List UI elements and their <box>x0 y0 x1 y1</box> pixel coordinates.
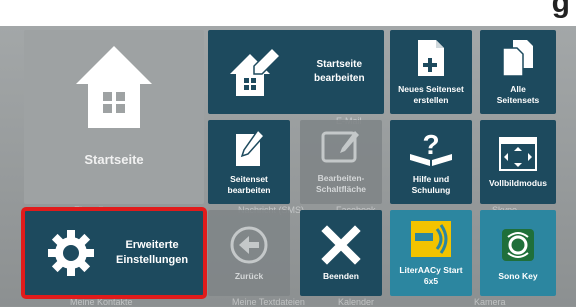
literaacy-icon <box>411 221 451 257</box>
document-edit-icon <box>236 128 266 166</box>
exit-label: Beenden <box>323 270 359 281</box>
sono-key-label: Sono Key <box>498 270 538 281</box>
new-page-set-button[interactable]: Neues Seitenset erstellen <box>390 30 472 114</box>
button-edit-icon <box>321 131 359 163</box>
edit-page-set-label-1: Seitenset <box>230 174 268 184</box>
edit-start-page-label-1: Startseite <box>316 59 363 70</box>
edit-button-label-2: Schaltfläche <box>315 184 367 194</box>
help-training-label-1: Hilfe und <box>412 174 450 184</box>
edit-button-button[interactable]: Bearbeiten- Schaltfläche <box>300 120 382 204</box>
literaacy-label-1: LiterAACy Start <box>399 265 463 275</box>
new-page-set-label-1: Neues Seitenset <box>398 84 464 94</box>
sono-key-icon <box>502 228 534 261</box>
advanced-settings-label-1: Erweiterte <box>125 239 179 251</box>
new-page-set-label-2: erstellen <box>413 95 449 105</box>
partial-title: g <box>551 0 570 19</box>
top-strip: g <box>0 0 576 26</box>
edit-start-page-label-2: bearbeiten <box>314 73 365 84</box>
close-icon <box>321 224 361 265</box>
all-page-sets-button[interactable]: Alle Seitensets <box>480 30 556 114</box>
exit-button[interactable]: Beenden <box>300 210 382 296</box>
edit-button-label-1: Bearbeiten- <box>317 173 365 183</box>
fullscreen-button[interactable]: Vollbildmodus <box>480 120 556 204</box>
back-button[interactable]: Zurück <box>208 210 290 296</box>
edit-start-page-button[interactable]: Startseite bearbeiten <box>208 30 384 114</box>
house-edit-icon <box>230 46 282 96</box>
edit-page-set-button[interactable]: Seitenset bearbeiten <box>208 120 290 204</box>
gear-icon <box>48 230 94 276</box>
edit-page-set-label-2: bearbeiten <box>227 185 271 195</box>
help-training-label-2: Schulung <box>411 185 451 195</box>
back-label: Zurück <box>234 270 264 281</box>
literaacy-label-2: 6x5 <box>423 276 439 286</box>
advanced-settings-button[interactable]: Erweiterte Einstellungen <box>21 207 207 299</box>
home-label: Startseite <box>84 152 144 167</box>
fullscreen-icon <box>499 136 537 171</box>
svg-text:?: ? <box>422 129 439 160</box>
all-page-sets-label-2: Seitensets <box>496 95 540 105</box>
all-page-sets-label-1: Alle <box>510 84 526 94</box>
documents-icon <box>502 40 533 77</box>
home-tile[interactable]: Startseite <box>24 30 204 204</box>
fullscreen-label: Vollbildmodus <box>489 177 547 188</box>
help-training-button[interactable]: ? Hilfe und Schulung <box>390 120 472 204</box>
literaacy-start-button[interactable]: LiterAACy Start 6x5 <box>390 210 472 296</box>
help-book-icon: ? <box>410 129 452 166</box>
advanced-settings-label-2: Einstellungen <box>116 254 189 266</box>
back-arrow-icon <box>230 226 268 263</box>
house-icon <box>76 46 152 128</box>
new-document-icon <box>418 40 444 76</box>
sono-key-button[interactable]: Sono Key <box>480 210 556 296</box>
